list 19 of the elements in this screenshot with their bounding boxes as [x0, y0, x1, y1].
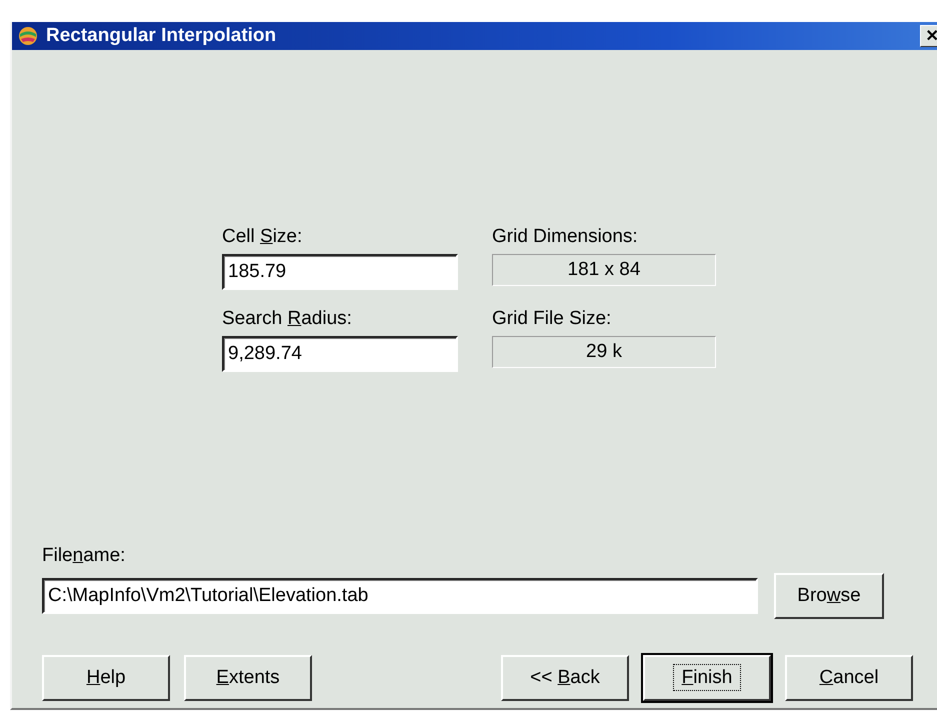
filename-field[interactable]: C:\MapInfo\Vm2\Tutorial\Elevation.tab	[42, 578, 758, 614]
readout-label: Grid Dimensions:	[492, 226, 639, 248]
browse-button[interactable]: Browse	[774, 573, 884, 619]
input-field[interactable]: 185.79	[222, 254, 458, 290]
dialog-button[interactable]: Finish	[643, 655, 771, 701]
window-title: Rectangular Interpolation	[46, 25, 278, 47]
dialog-button[interactable]: Help	[42, 655, 170, 701]
dialog-button[interactable]: Cancel	[785, 655, 913, 701]
readout-value: 29 k	[492, 336, 716, 368]
readout-label: Grid File Size:	[492, 308, 612, 330]
input-field[interactable]: 9,289.74	[222, 336, 458, 372]
field-label: Search Radius:	[222, 308, 353, 330]
field-label: Cell Size:	[222, 226, 304, 248]
field-label: Filename:	[42, 545, 126, 567]
close-button[interactable]: ✕	[920, 25, 937, 47]
dialog-button[interactable]: Extents	[184, 655, 312, 701]
globe-icon	[18, 26, 38, 46]
dialog-button[interactable]: << Back	[501, 655, 629, 701]
readout-value: 181 x 84	[492, 254, 716, 286]
